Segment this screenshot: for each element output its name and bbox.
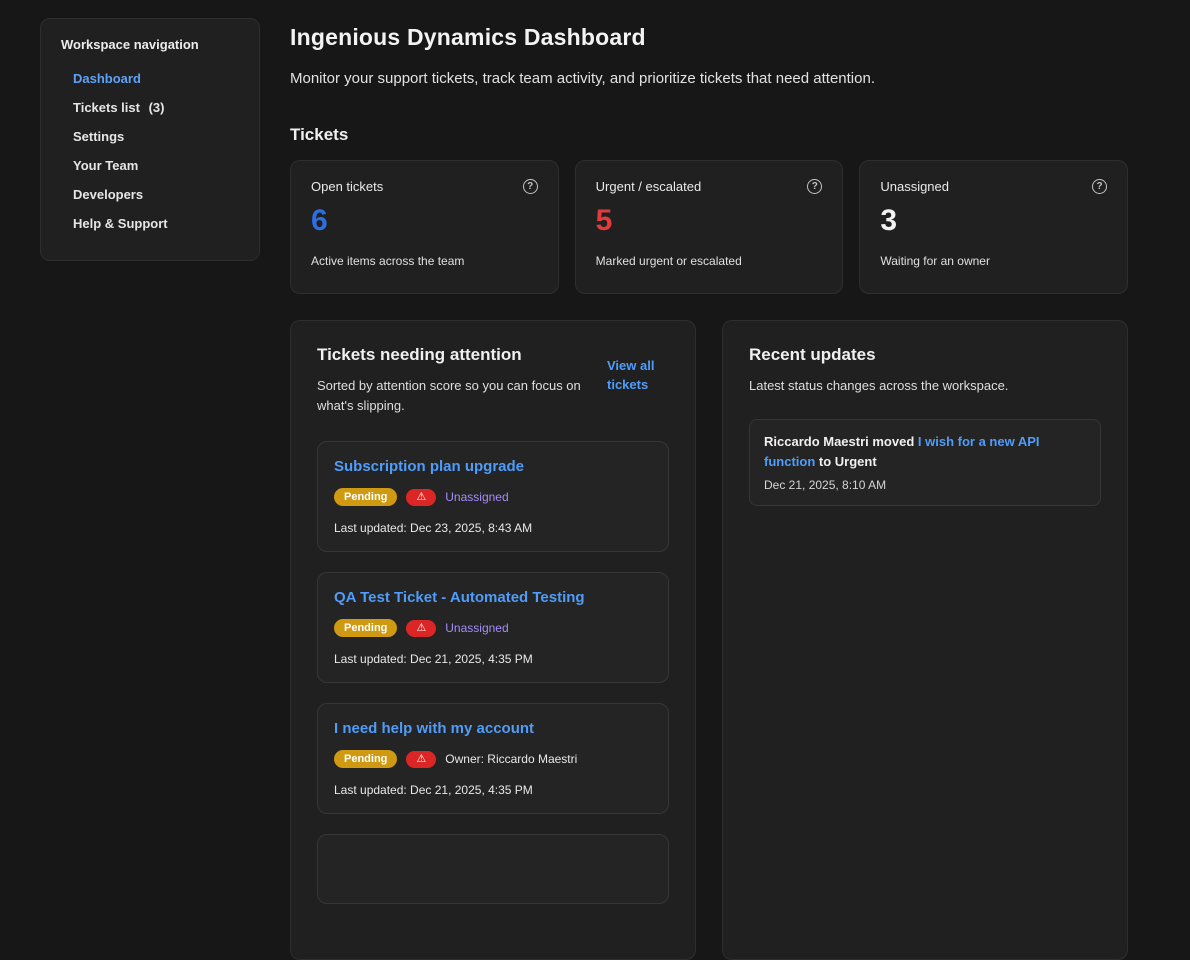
ticket-last-updated: Last updated: Dec 21, 2025, 4:35 PM — [334, 652, 652, 666]
recent-updates-title: Recent updates — [749, 345, 1101, 365]
update-connector: to — [819, 454, 831, 469]
update-timestamp: Dec 21, 2025, 8:10 AM — [764, 478, 1086, 492]
status-badge-pending: Pending — [334, 619, 397, 637]
sidebar-item-developers[interactable]: Developers — [61, 180, 241, 209]
ticket-owner: Unassigned — [445, 621, 508, 635]
stat-label: Open tickets — [311, 179, 383, 194]
stat-card-header: Unassigned ? — [880, 179, 1107, 194]
main-content: Ingenious Dynamics Dashboard Monitor you… — [290, 18, 1128, 960]
sidebar-item-dashboard[interactable]: Dashboard — [61, 64, 241, 93]
stat-card-unassigned: Unassigned ? 3 Waiting for an owner — [859, 160, 1128, 294]
tickets-count-badge: (3) — [149, 100, 165, 115]
sidebar-item-label: Dashboard — [73, 71, 141, 86]
stat-label: Unassigned — [880, 179, 949, 194]
ticket-title-link[interactable]: QA Test Ticket - Automated Testing — [334, 589, 652, 606]
help-icon[interactable]: ? — [1092, 179, 1107, 194]
recent-updates-panel: Recent updates Latest status changes acr… — [722, 320, 1128, 960]
sidebar-item-tickets-list[interactable]: Tickets list (3) — [61, 93, 241, 122]
update-text: Riccardo Maestri moved I wish for a new … — [764, 432, 1086, 472]
page-subtitle: Monitor your support tickets, track team… — [290, 70, 1128, 87]
stat-caption: Active items across the team — [311, 254, 538, 268]
status-badge-pending: Pending — [334, 488, 397, 506]
stat-card-open-tickets: Open tickets ? 6 Active items across the… — [290, 160, 559, 294]
update-status: Urgent — [835, 454, 877, 469]
stat-caption: Waiting for an owner — [880, 254, 1107, 268]
ticket-owner: Unassigned — [445, 490, 508, 504]
stat-label: Urgent / escalated — [596, 179, 702, 194]
sidebar-item-label: Tickets list — [73, 100, 140, 115]
sidebar-title: Workspace navigation — [61, 37, 241, 52]
attention-panel-title: Tickets needing attention — [317, 345, 585, 365]
ticket-badges: Pending ⚠ Unassigned — [334, 619, 652, 637]
ticket-card[interactable]: I need help with my account Pending ⚠ Ow… — [317, 703, 669, 814]
sidebar-item-settings[interactable]: Settings — [61, 122, 241, 151]
ticket-badges: Pending ⚠ Owner: Riccardo Maestri — [334, 750, 652, 768]
stat-value-urgent: 5 — [596, 204, 823, 238]
sidebar-item-label: Settings — [73, 129, 124, 144]
ticket-owner: Owner: Riccardo Maestri — [445, 752, 577, 766]
view-all-tickets-link[interactable]: View all tickets — [607, 357, 669, 415]
attention-panel-header: Tickets needing attention Sorted by atte… — [317, 345, 669, 415]
page-title: Ingenious Dynamics Dashboard — [290, 24, 1128, 51]
update-actor: Riccardo Maestri moved — [764, 434, 914, 449]
attention-panel: Tickets needing attention Sorted by atte… — [290, 320, 696, 960]
lower-columns: Tickets needing attention Sorted by atte… — [290, 320, 1128, 960]
ticket-card[interactable]: Subscription plan upgrade Pending ⚠ Unas… — [317, 441, 669, 552]
attention-panel-subtitle: Sorted by attention score so you can foc… — [317, 376, 585, 415]
stat-card-header: Urgent / escalated ? — [596, 179, 823, 194]
stat-caption: Marked urgent or escalated — [596, 254, 823, 268]
ticket-card-partial[interactable] — [317, 834, 669, 904]
sidebar-item-label: Developers — [73, 187, 143, 202]
tickets-section-heading: Tickets — [290, 125, 1128, 145]
stat-value-unassigned: 3 — [880, 204, 1107, 238]
stat-card-urgent: Urgent / escalated ? 5 Marked urgent or … — [575, 160, 844, 294]
ticket-badges: Pending ⚠ Unassigned — [334, 488, 652, 506]
help-icon[interactable]: ? — [523, 179, 538, 194]
warning-icon: ⚠ — [406, 751, 436, 768]
warning-icon: ⚠ — [406, 489, 436, 506]
stat-value-open: 6 — [311, 204, 538, 238]
ticket-title-link[interactable]: I need help with my account — [334, 720, 652, 737]
workspace-sidebar: Workspace navigation Dashboard Tickets l… — [40, 18, 260, 261]
help-icon[interactable]: ? — [807, 179, 822, 194]
recent-updates-subtitle: Latest status changes across the workspa… — [749, 376, 1017, 396]
ticket-last-updated: Last updated: Dec 23, 2025, 8:43 AM — [334, 521, 652, 535]
sidebar-item-label: Help & Support — [73, 216, 168, 231]
status-badge-pending: Pending — [334, 750, 397, 768]
stat-card-header: Open tickets ? — [311, 179, 538, 194]
stats-row: Open tickets ? 6 Active items across the… — [290, 160, 1128, 294]
sidebar-item-help-support[interactable]: Help & Support — [61, 209, 241, 238]
sidebar-item-label: Your Team — [73, 158, 138, 173]
ticket-title-link[interactable]: Subscription plan upgrade — [334, 458, 652, 475]
update-item: Riccardo Maestri moved I wish for a new … — [749, 419, 1101, 506]
ticket-card[interactable]: QA Test Ticket - Automated Testing Pendi… — [317, 572, 669, 683]
sidebar-item-your-team[interactable]: Your Team — [61, 151, 241, 180]
page: Workspace navigation Dashboard Tickets l… — [0, 0, 1190, 960]
attention-panel-heading-block: Tickets needing attention Sorted by atte… — [317, 345, 585, 415]
warning-icon: ⚠ — [406, 620, 436, 637]
ticket-last-updated: Last updated: Dec 21, 2025, 4:35 PM — [334, 783, 652, 797]
